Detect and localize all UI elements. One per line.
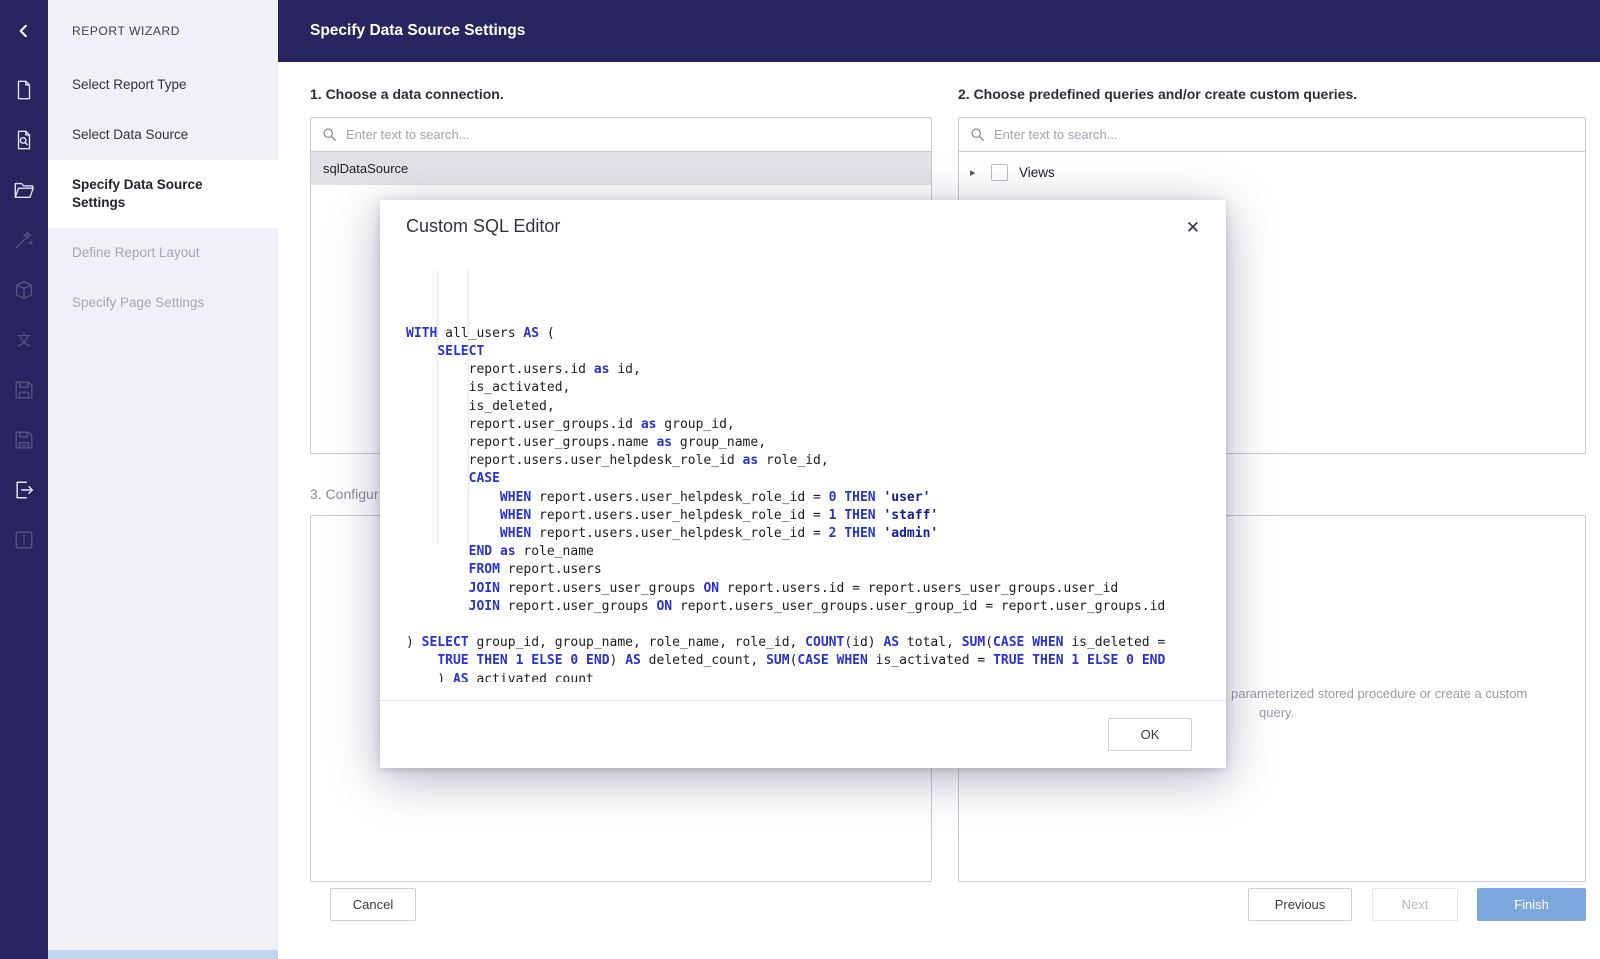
sql-code-line: ) AS activated_count	[406, 671, 594, 682]
expander-icon[interactable]: ▸	[970, 166, 980, 179]
design-wand-icon	[13, 229, 35, 251]
page-title: Specify Data Source Settings	[310, 22, 526, 39]
sidebar-item-specify-page-settings: Specify Page Settings	[72, 295, 205, 310]
connection-search-input[interactable]	[346, 127, 920, 142]
localization-icon: 文	[13, 329, 35, 351]
sidebar-item-define-report-layout: Define Report Layout	[72, 245, 200, 260]
page-header: Specify Data Source Settings	[278, 0, 1600, 62]
query-hint-line1: parameterized stored procedure or create…	[1231, 686, 1528, 701]
modal-footer: OK	[1108, 718, 1192, 751]
ok-button[interactable]: OK	[1108, 718, 1192, 751]
sql-code-line: JOIN report.users_user_groups ON report.…	[468, 580, 1119, 596]
sidebar-item-select-report-type[interactable]: Select Report Type	[48, 60, 278, 110]
checkbox[interactable]	[991, 163, 1008, 181]
connection-list: sqlDataSource	[311, 152, 931, 185]
sql-code-line: report.users.id as id,	[406, 362, 641, 378]
finish-button[interactable]: Finish	[1477, 888, 1586, 921]
sql-code-line: END as role_name	[468, 544, 594, 560]
modal-divider	[380, 700, 1226, 701]
sql-code-line: WHEN report.users.user_helpdesk_role_id …	[499, 526, 939, 542]
queries-search-input[interactable]	[994, 127, 1574, 142]
section3-title: 3. Configur	[310, 486, 379, 502]
section1-title: 1. Choose a data connection.	[310, 86, 504, 102]
previous-button[interactable]: Previous	[1248, 888, 1352, 921]
tree-node-label: Views	[1019, 164, 1055, 180]
sql-code-line: WITH all_users AS (	[406, 325, 555, 341]
sql-code-line: WHEN report.users.user_helpdesk_role_id …	[499, 489, 931, 505]
sql-code-line: SELECT	[437, 344, 485, 360]
sql-code-line: report.users.user_helpdesk_role_id as ro…	[406, 453, 829, 469]
sql-code-line: TRUE THEN 1 ELSE 0 END) AS deleted_count…	[437, 653, 1166, 669]
sql-code-line: report.user_groups.name as group_name,	[406, 435, 767, 451]
query-hint-line2: query.	[1259, 705, 1295, 720]
custom-sql-editor-dialog: Custom SQL Editor ✕ WITH all_users AS ( …	[380, 200, 1226, 768]
sql-code-line: ) SELECT group_id, group_name, role_name…	[406, 635, 1166, 651]
exit-icon[interactable]	[13, 479, 35, 501]
tree-node-views[interactable]: ▸ Views	[959, 152, 1585, 192]
sql-code-line: FROM report.users	[468, 562, 602, 578]
queries-tree: ▸ Views	[959, 152, 1585, 192]
cancel-button[interactable]: Cancel	[330, 888, 416, 921]
wizard-sidebar: REPORT WIZARD Select Report Type Select D…	[48, 0, 278, 959]
wizard-steps: Select Report Type Select Data Source Spec…	[48, 60, 278, 328]
about-icon	[13, 529, 35, 551]
close-icon[interactable]: ✕	[1182, 216, 1204, 240]
save-as-icon	[13, 429, 35, 451]
connection-item[interactable]: sqlDataSource	[311, 152, 931, 185]
sidebar-scrollbar[interactable]	[48, 950, 278, 959]
sql-code-line	[406, 616, 1200, 634]
new-document-icon[interactable]	[13, 79, 35, 101]
iconbar-items: 文	[0, 62, 48, 551]
connection-search-row	[311, 118, 931, 152]
sidebar-item-specify-data-source-settings[interactable]: Specify Data Source Settings	[48, 160, 278, 228]
save-icon	[13, 379, 35, 401]
sql-code-line: report.user_groups.id as group_id,	[406, 416, 735, 432]
search-icon	[323, 128, 336, 141]
app-iconbar: 文	[0, 0, 48, 959]
sql-code-line: is_deleted,	[406, 398, 555, 414]
sidebar-item-select-data-source[interactable]: Select Data Source	[48, 110, 278, 160]
svg-text:文: 文	[17, 332, 32, 349]
sql-code-line: CASE	[468, 471, 500, 487]
sql-code-line: WHEN report.users.user_helpdesk_role_id …	[499, 507, 939, 523]
queries-search-row	[959, 118, 1585, 152]
sidebar-title: REPORT WIZARD	[72, 24, 181, 38]
section2-title: 2. Choose predefined queries and/or crea…	[958, 86, 1358, 102]
back-icon[interactable]	[0, 0, 48, 62]
sql-code-line: JOIN report.user_groups ON report.users_…	[468, 598, 1166, 614]
modal-title: Custom SQL Editor	[406, 216, 561, 236]
data-source-icon[interactable]	[13, 129, 35, 151]
package-icon	[13, 279, 35, 301]
sql-code-line: is_activated,	[406, 380, 571, 396]
search-icon	[971, 128, 984, 141]
next-button[interactable]: Next	[1372, 888, 1458, 921]
modal-header: Custom SQL Editor ✕	[380, 200, 1226, 240]
sql-code[interactable]: WITH all_users AS ( SELECT report.users.…	[406, 252, 1200, 682]
open-folder-icon[interactable]	[13, 179, 35, 201]
